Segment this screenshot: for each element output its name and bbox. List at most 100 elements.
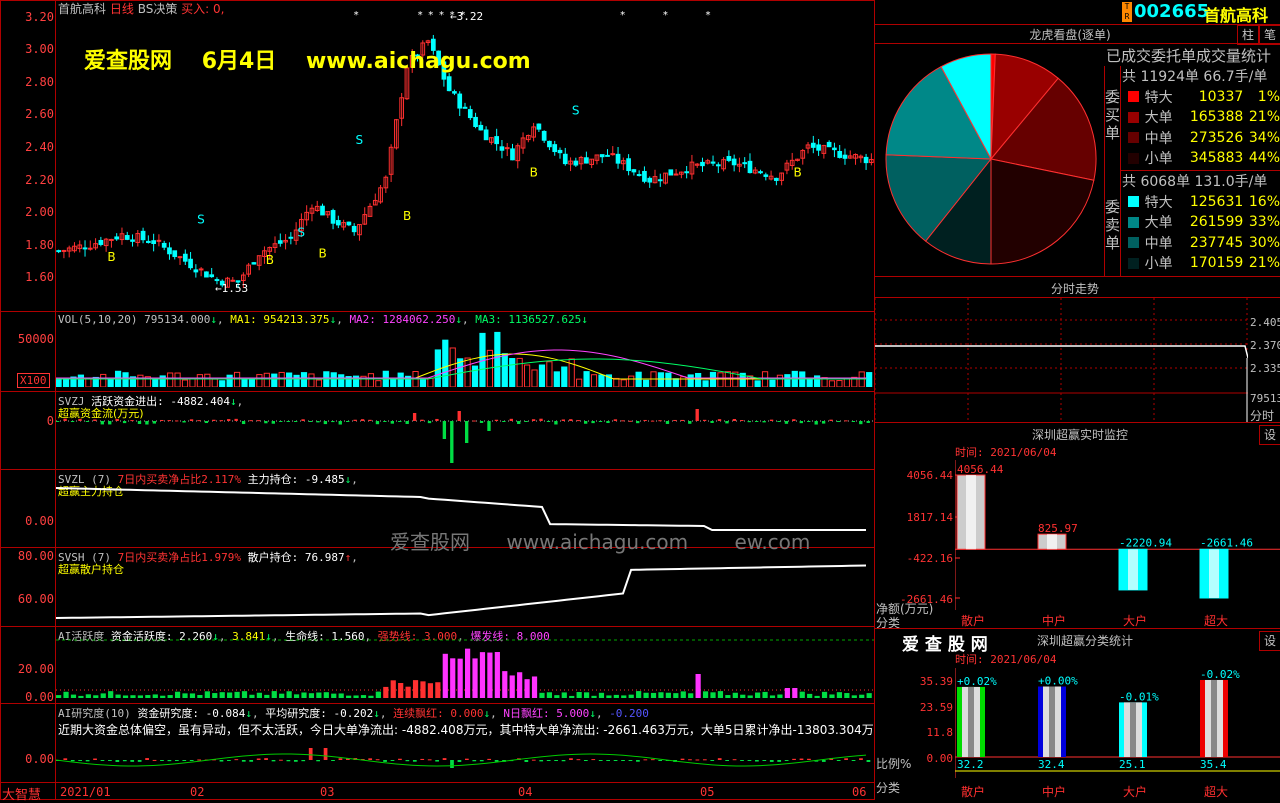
vol-axis-tick: 50000 xyxy=(17,332,54,346)
candle-body xyxy=(198,268,204,271)
volume-bar xyxy=(576,378,583,387)
vol-unit-badge[interactable]: X100 xyxy=(17,373,50,388)
volume-bar xyxy=(211,378,218,387)
ai-research-header: AI研究度(10) 资金研究度: -0.084↓, 平均研究度: -0.202↓… xyxy=(58,707,649,720)
legend-swatch xyxy=(1128,237,1139,249)
activity-bar xyxy=(271,691,277,698)
activity-bar xyxy=(412,680,419,698)
volume-bar xyxy=(494,331,501,387)
tr-badge[interactable]: T R xyxy=(1122,2,1132,22)
flow-bar xyxy=(375,421,380,425)
candle-body xyxy=(61,249,67,252)
watermark: 爱查股网 6月4日 www.aichagu.com xyxy=(84,43,531,75)
retail-holding-chart xyxy=(56,564,867,619)
research-bar xyxy=(160,760,164,761)
volume-bar xyxy=(390,379,397,387)
date-tick: 02 xyxy=(190,785,205,799)
date-tick: 2021/01 xyxy=(60,785,111,799)
activity-bar xyxy=(710,692,716,698)
tab-column[interactable]: 柱 xyxy=(1237,25,1259,45)
activity-bar xyxy=(799,691,805,698)
candle-body xyxy=(504,147,510,150)
flow-bar xyxy=(241,421,246,425)
bar-value-label: -2661.46 xyxy=(1200,536,1253,549)
activity-bar xyxy=(152,694,158,698)
flow-bar xyxy=(390,421,394,424)
research-bar xyxy=(688,759,692,761)
research-bar xyxy=(293,760,298,762)
sell-signal-marker: S xyxy=(572,104,580,118)
classify-settings-button[interactable]: 设 xyxy=(1259,631,1280,651)
ai-research-chart xyxy=(56,748,871,768)
candle-body xyxy=(726,156,732,161)
candle-body xyxy=(146,240,151,243)
activity-bar xyxy=(204,691,210,698)
flow-bar xyxy=(509,418,513,421)
monitor-settings-button[interactable]: 设 xyxy=(1259,425,1280,445)
research-bar xyxy=(264,758,268,760)
flow-bar xyxy=(725,421,729,424)
activity-bar xyxy=(784,688,790,698)
flow-bar xyxy=(517,421,521,424)
date-tick: 03 xyxy=(320,785,335,799)
stock-code-bar: T R 002665 首航高科 xyxy=(1120,0,1280,25)
candle-body xyxy=(467,109,473,119)
price-high-mark: ←3.22 xyxy=(450,10,484,23)
research-bar xyxy=(844,758,848,760)
activity-bar xyxy=(472,658,478,698)
research-bar xyxy=(398,758,402,760)
flow-bar xyxy=(561,419,566,421)
volume-bar xyxy=(263,372,270,387)
candle-body xyxy=(731,158,737,166)
research-bar xyxy=(576,759,581,761)
bar-value-label: 25.1 xyxy=(1119,758,1146,771)
research-bar xyxy=(219,760,224,762)
candle-body xyxy=(98,240,104,245)
candle-body xyxy=(277,240,283,244)
activity-bar xyxy=(658,692,664,698)
sell-signal-marker: S xyxy=(355,133,363,147)
flow-bar xyxy=(576,420,580,422)
sell-total: 共 6068单 131.0手/单 xyxy=(1122,174,1268,191)
activity-bar xyxy=(189,693,196,698)
flow-bar xyxy=(695,409,699,421)
activity-bar xyxy=(331,693,337,698)
research-bar xyxy=(167,760,172,762)
candle-body xyxy=(657,179,663,182)
activity-bar xyxy=(167,695,173,698)
activity-bar xyxy=(583,692,590,698)
research-bar xyxy=(122,760,127,762)
bar-change-label: +0.02% xyxy=(957,675,997,688)
intraday-chart[interactable] xyxy=(875,298,1248,422)
candle-body xyxy=(188,258,193,269)
activity-bar xyxy=(636,691,642,698)
sell-category: 小单 xyxy=(1144,256,1173,273)
intraday-price-1: 2.405 xyxy=(1250,316,1280,329)
research-bar xyxy=(807,758,811,760)
candle-body xyxy=(863,156,869,164)
research-bar xyxy=(368,758,373,760)
research-bar xyxy=(628,760,633,761)
research-bar xyxy=(747,760,752,761)
research-bar xyxy=(531,759,536,761)
activity-bar xyxy=(56,695,62,698)
tab-pen[interactable]: 笔 xyxy=(1259,25,1280,45)
candle-body xyxy=(140,230,146,241)
activity-bar xyxy=(807,693,813,698)
activity-bar xyxy=(561,692,567,698)
candle-body xyxy=(763,174,769,177)
research-bar xyxy=(613,760,618,761)
research-bar xyxy=(591,759,596,761)
activity-bar xyxy=(665,692,671,698)
candle-body xyxy=(351,225,357,233)
volume-bar xyxy=(204,373,211,387)
flow-bar xyxy=(398,421,402,422)
research-bar xyxy=(583,760,588,761)
candle-body xyxy=(647,177,653,183)
main-holding-line xyxy=(56,487,866,531)
candle-body xyxy=(167,247,172,255)
app-logo-label[interactable]: 大智慧 xyxy=(2,784,41,803)
activity-bar xyxy=(368,695,374,698)
ai-axis-tick: 20.00 xyxy=(17,662,54,676)
activity-bar xyxy=(390,680,396,698)
